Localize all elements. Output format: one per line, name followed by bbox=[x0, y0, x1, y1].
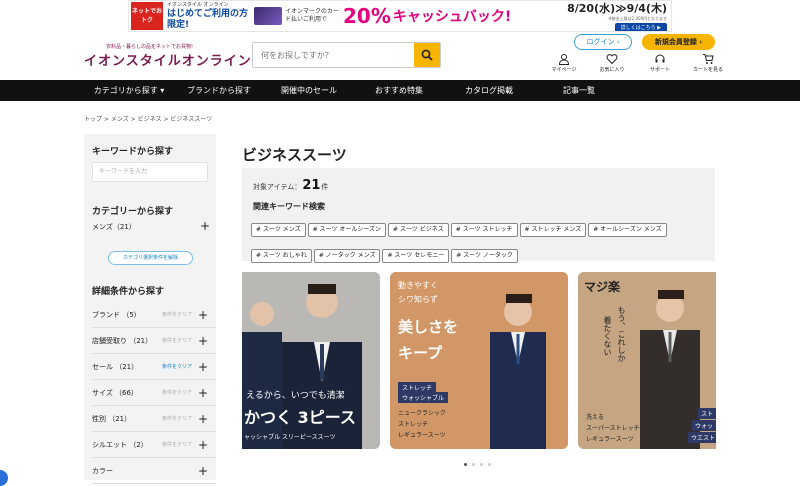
keyword-tag[interactable]: # オールシーズン メンズ bbox=[588, 223, 667, 237]
clear-link[interactable]: 条件をクリア bbox=[162, 432, 192, 458]
banner-tag: ネットでおトク bbox=[131, 2, 163, 30]
carousel-dot[interactable] bbox=[472, 463, 475, 466]
nav-category[interactable]: カテゴリから探す ▾ bbox=[84, 80, 174, 101]
plus-icon[interactable]: + bbox=[200, 219, 210, 233]
keyword-title: キーワードから探す bbox=[92, 147, 174, 157]
carousel-dot[interactable] bbox=[480, 463, 483, 466]
floating-action-button[interactable] bbox=[0, 470, 8, 486]
mypage-link[interactable]: マイページ bbox=[540, 53, 588, 73]
nav-brand[interactable]: ブランドから探す bbox=[174, 80, 264, 101]
clear-link[interactable]: 条件をクリア bbox=[162, 406, 192, 432]
nav-featured[interactable]: おすすめ特集 bbox=[354, 80, 444, 101]
plus-icon[interactable]: + bbox=[198, 380, 208, 406]
keyword-tag[interactable]: # ノータック メンズ bbox=[313, 249, 381, 263]
related-keywords-title: 関連キーワード検索 bbox=[253, 202, 325, 211]
banner-card-text: イオンマークのカード払いご利用で bbox=[285, 8, 340, 23]
banner-dates: 8/20(水)≫9/4(木) bbox=[567, 2, 667, 15]
nav-sale[interactable]: 開催中のセール bbox=[264, 80, 354, 101]
filter-row[interactable]: シルエット （2） 条件をクリア + bbox=[92, 432, 216, 458]
credit-card-icon bbox=[254, 7, 282, 25]
clear-link[interactable]: 条件をクリア bbox=[162, 302, 192, 328]
banner-cashback: キャッシュバック! bbox=[392, 9, 512, 25]
sidebar: キーワードから探す キーワードを入力 カテゴリーから探す メンズ（21） + カ… bbox=[84, 134, 216, 484]
search-bar bbox=[252, 42, 441, 68]
reset-category-button[interactable]: カテゴリ選択条件を解除 bbox=[108, 251, 193, 265]
nav-articles[interactable]: 記事一覧 bbox=[534, 80, 624, 101]
keyword-tag[interactable]: # スーツ ノータック bbox=[451, 249, 518, 263]
plus-icon[interactable]: + bbox=[198, 406, 208, 432]
keyword-tag[interactable]: # スーツ おしゃれ bbox=[251, 249, 312, 263]
keyword-input[interactable]: キーワードを入力 bbox=[92, 162, 208, 182]
heart-icon bbox=[606, 54, 618, 65]
search-icon bbox=[421, 49, 433, 61]
user-icon bbox=[558, 54, 570, 65]
plus-icon[interactable]: + bbox=[198, 354, 208, 380]
filter-row[interactable]: 店舗受取り （21） 条件をクリア + bbox=[92, 328, 216, 354]
carousel-slide[interactable]: マジ楽 もう、これしか 着たくない 洗える スーパーストレッチ レギュラースーツ… bbox=[578, 272, 716, 449]
banner-note: ※総金上限は2,000円となります bbox=[608, 16, 667, 21]
brand-logo: マジ楽 bbox=[584, 280, 621, 294]
keyword-tag[interactable]: # スーツ メンズ bbox=[251, 223, 306, 237]
carousel-dot[interactable] bbox=[488, 463, 491, 466]
filter-row[interactable]: サイズ （66） 条件をクリア + bbox=[92, 380, 216, 406]
search-button[interactable] bbox=[414, 43, 440, 67]
plus-icon[interactable]: + bbox=[198, 432, 208, 458]
item-count: 対象アイテム：21件 bbox=[253, 178, 329, 193]
logo-name: イオンスタイルオンライン bbox=[84, 54, 252, 69]
keyword-tag[interactable]: # スーツ セレモニー bbox=[382, 249, 450, 263]
search-input[interactable] bbox=[253, 43, 414, 67]
filter-row[interactable]: セール （21） 条件をクリア + bbox=[92, 354, 216, 380]
keyword-tag[interactable]: # スーツ ビジネス bbox=[388, 223, 449, 237]
keyword-tag[interactable]: # ストレッチ メンズ bbox=[519, 223, 587, 237]
banner-percent: 20% bbox=[343, 4, 391, 28]
logo-tagline: 衣料品・暮らしの品をネットでお買物! bbox=[106, 44, 194, 50]
breadcrumb[interactable]: トップ > メンズ > ビジネス > ビジネススーツ bbox=[84, 114, 212, 123]
filter-row[interactable]: 性別 （21） 条件をクリア + bbox=[92, 406, 216, 432]
banner-line1: イオンスタイル オンライン bbox=[167, 1, 229, 8]
promo-banner[interactable]: ネットでおトク イオンスタイル オンライン はじめてご利用の方限定! イオンマー… bbox=[128, 0, 672, 32]
clear-link[interactable]: 条件をクリア bbox=[162, 354, 192, 380]
site-logo[interactable]: 衣料品・暮らしの品をネットでお買物! イオンスタイルオンライン bbox=[84, 43, 252, 69]
clear-link[interactable]: 条件をクリア bbox=[162, 328, 192, 354]
category-title: カテゴリーから探す bbox=[92, 207, 174, 217]
carousel-dots bbox=[464, 463, 491, 466]
filter-row[interactable]: カラー + bbox=[92, 458, 216, 484]
promo-carousel: えるから、いつでも清潔 かつく 3ピース ャッシャブル スリーピーススーツ 動き… bbox=[242, 272, 716, 449]
page-title: ビジネススーツ bbox=[242, 146, 347, 164]
login-button[interactable]: ログイン › bbox=[574, 34, 632, 50]
cart-icon bbox=[703, 54, 714, 64]
header-icons: マイページ お気に入り サポート カートを見る bbox=[540, 53, 732, 73]
main-nav: カテゴリから探す ▾ ブランドから探す 開催中のセール おすすめ特集 カタログ掲… bbox=[0, 80, 800, 101]
plus-icon[interactable]: + bbox=[198, 302, 208, 328]
detail-title: 詳細条件から探す bbox=[92, 287, 165, 297]
register-button[interactable]: 新規会員登録 › bbox=[642, 34, 715, 50]
keyword-tag[interactable]: # スーツ ストレッチ bbox=[450, 223, 518, 237]
banner-line2: はじめてご利用の方限定! bbox=[167, 8, 249, 30]
filter-row[interactable]: ブランド （5） 条件をクリア + bbox=[92, 302, 216, 328]
favorites-link[interactable]: お気に入り bbox=[588, 53, 636, 73]
plus-icon[interactable]: + bbox=[198, 458, 208, 484]
cart-link[interactable]: カートを見る bbox=[684, 53, 732, 73]
support-link[interactable]: サポート bbox=[636, 53, 684, 73]
banner-details-link[interactable]: 詳しくはこちら ▶ bbox=[614, 23, 667, 31]
carousel-dot[interactable] bbox=[464, 463, 467, 466]
nav-catalog[interactable]: カタログ掲載 bbox=[444, 80, 534, 101]
plus-icon[interactable]: + bbox=[198, 328, 208, 354]
keyword-tag[interactable]: # スーツ オールシーズン bbox=[307, 223, 387, 237]
carousel-slide[interactable]: 動きやすく シワ知らず 美しさを キープ ストレッチ ウォッシャブル ニュークラ… bbox=[390, 272, 568, 449]
search-info-box: 対象アイテム：21件 関連キーワード検索 # スーツ メンズ # スーツ オールシ… bbox=[242, 168, 715, 263]
category-item-mens[interactable]: メンズ（21） + bbox=[92, 219, 210, 233]
support-icon bbox=[655, 54, 665, 63]
clear-link[interactable]: 条件をクリア bbox=[162, 380, 192, 406]
carousel-slide[interactable]: えるから、いつでも清潔 かつく 3ピース ャッシャブル スリーピーススーツ bbox=[242, 272, 380, 449]
keyword-tags: # スーツ メンズ # スーツ オールシーズン # スーツ ビジネス # スーツ スト… bbox=[251, 216, 711, 268]
